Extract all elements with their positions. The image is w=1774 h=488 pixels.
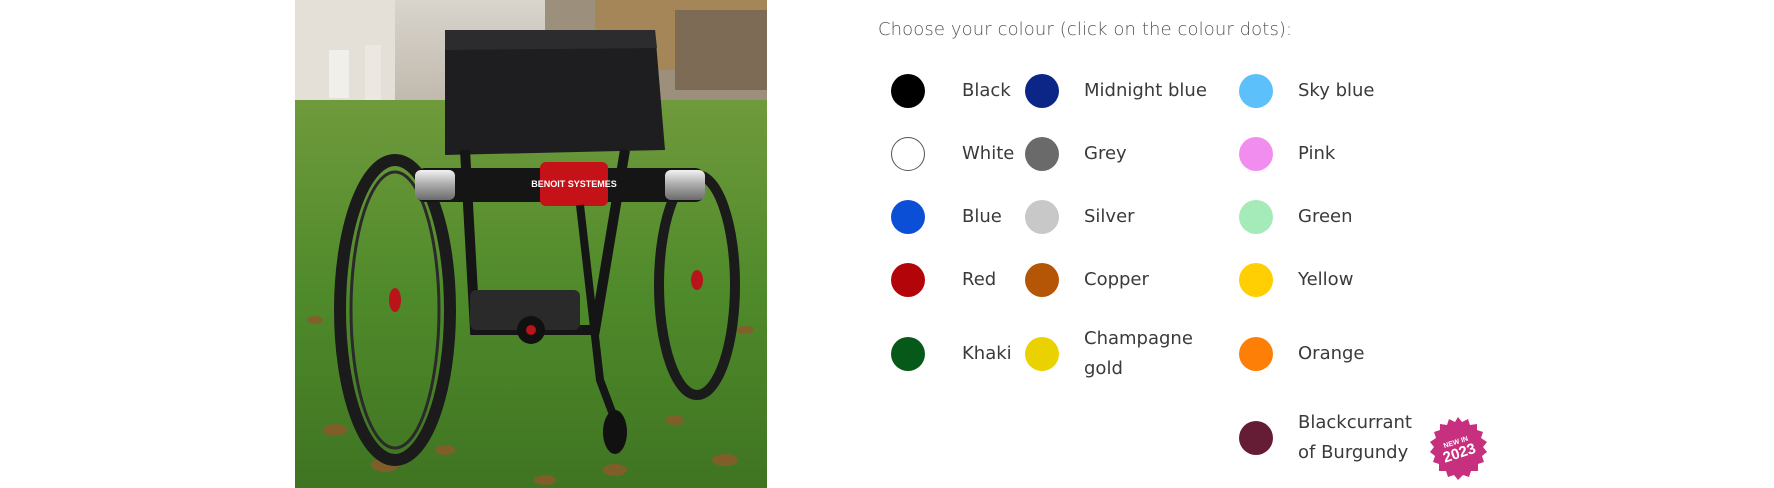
colour-label-green: Green — [1298, 206, 1353, 227]
colour-option-blackcurrant-of-burgundy[interactable]: Blackcurrant of Burgundy — [1239, 408, 1428, 468]
colour-dot-pink[interactable] — [1239, 137, 1273, 171]
colour-dot-white[interactable] — [891, 137, 925, 171]
colour-dot-silver[interactable] — [1025, 200, 1059, 234]
colour-option-silver[interactable]: Silver — [1025, 200, 1135, 234]
colour-option-copper[interactable]: Copper — [1025, 263, 1149, 297]
colour-option-blue[interactable]: Blue — [891, 200, 1002, 234]
colour-option-khaki[interactable]: Khaki — [891, 337, 1012, 371]
colour-dot-grey[interactable] — [1025, 137, 1059, 171]
colour-option-orange[interactable]: Orange — [1239, 337, 1365, 371]
colour-label-black: Black — [962, 80, 1011, 101]
colour-label-orange: Orange — [1298, 343, 1365, 364]
colour-option-yellow[interactable]: Yellow — [1239, 263, 1353, 297]
colour-option-grey[interactable]: Grey — [1025, 137, 1127, 171]
colour-dot-khaki[interactable] — [891, 337, 925, 371]
colour-label-pink: Pink — [1298, 143, 1336, 164]
colour-options: Black White Blue Red Khaki Midnight blue… — [0, 0, 1774, 488]
colour-option-champagne-gold[interactable]: Champagne gold — [1025, 324, 1194, 384]
colour-label-blue: Blue — [962, 206, 1002, 227]
colour-dot-orange[interactable] — [1239, 337, 1273, 371]
colour-dot-sky-blue[interactable] — [1239, 74, 1273, 108]
colour-option-pink[interactable]: Pink — [1239, 137, 1335, 171]
colour-label-white: White — [962, 143, 1015, 164]
new-in-2023-badge: NEW IN 2023 — [1425, 416, 1491, 482]
colour-label-khaki: Khaki — [962, 343, 1012, 364]
colour-dot-green[interactable] — [1239, 200, 1273, 234]
colour-label-sky-blue: Sky blue — [1298, 80, 1375, 101]
colour-option-black[interactable]: Black — [891, 74, 1011, 108]
colour-label-red: Red — [962, 269, 997, 290]
colour-label-champagne-gold: Champagne gold — [1084, 328, 1193, 379]
colour-dot-champagne-gold[interactable] — [1025, 337, 1059, 371]
colour-label-yellow: Yellow — [1298, 269, 1354, 290]
colour-dot-black[interactable] — [891, 74, 925, 108]
colour-label-silver: Silver — [1084, 206, 1135, 227]
colour-dot-copper[interactable] — [1025, 263, 1059, 297]
colour-option-sky-blue[interactable]: Sky blue — [1239, 74, 1375, 108]
badge-star-icon: NEW IN 2023 — [1430, 417, 1487, 480]
colour-dot-yellow[interactable] — [1239, 263, 1273, 297]
colour-option-green[interactable]: Green — [1239, 200, 1353, 234]
colour-dot-blackcurrant-of-burgundy[interactable] — [1239, 421, 1273, 455]
colour-label-grey: Grey — [1084, 143, 1127, 164]
colour-dot-midnight-blue[interactable] — [1025, 74, 1059, 108]
colour-option-white[interactable]: White — [891, 137, 1014, 171]
colour-option-red[interactable]: Red — [891, 263, 996, 297]
colour-dot-red[interactable] — [891, 263, 925, 297]
colour-label-copper: Copper — [1084, 269, 1149, 290]
colour-label-midnight-blue: Midnight blue — [1084, 80, 1207, 101]
colour-option-midnight-blue[interactable]: Midnight blue — [1025, 74, 1207, 108]
colour-dot-blue[interactable] — [891, 200, 925, 234]
colour-label-blackcurrant-of-burgundy: Blackcurrant of Burgundy — [1298, 412, 1412, 463]
